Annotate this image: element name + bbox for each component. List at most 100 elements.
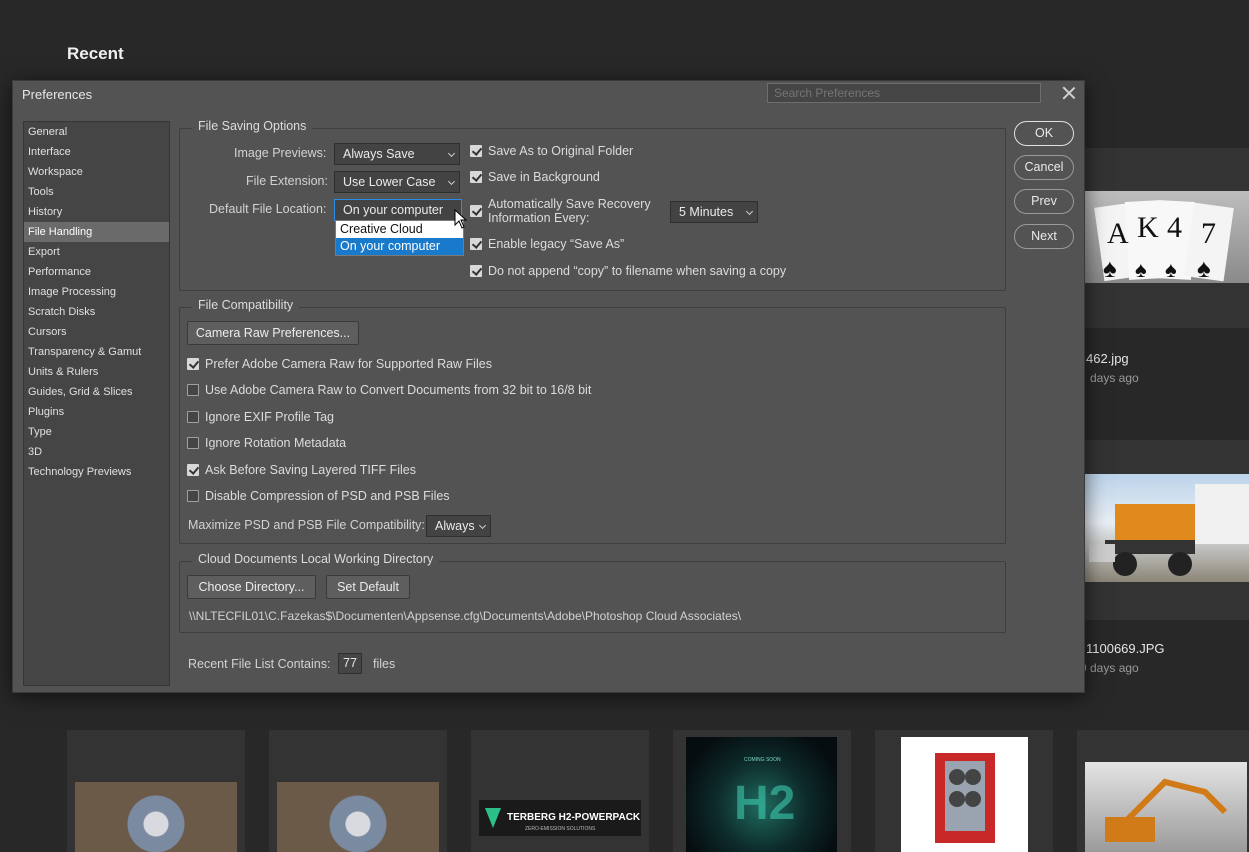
auto-save-interval-select[interactable]: 5 Minutes (670, 201, 758, 223)
recent-file-date: 9 days ago (1080, 661, 1139, 675)
no-copy-append-checkbox[interactable] (470, 265, 482, 277)
image-previews-label: Image Previews: (234, 146, 327, 160)
sidebar-item-performance[interactable]: Performance (24, 262, 169, 282)
sidebar-item-export[interactable]: Export (24, 242, 169, 262)
sidebar-item-scratch-disks[interactable]: Scratch Disks (24, 302, 169, 322)
choose-directory-button[interactable]: Choose Directory... (187, 575, 316, 599)
thumbnail-h2-poster: COMING SOON H2 (686, 737, 837, 852)
dialog-title: Preferences (22, 87, 93, 102)
recent-file-list-label: Recent File List Contains: (188, 657, 331, 671)
file-extension-select[interactable]: Use Lower Case (334, 171, 460, 193)
prev-button[interactable]: Prev (1014, 189, 1074, 214)
ignore-rotation-checkbox[interactable] (187, 437, 199, 449)
auto-save-line-2: Information Every: (488, 211, 590, 225)
sidebar-item-workspace[interactable]: Workspace (24, 162, 169, 182)
card-k-text: K (1137, 211, 1159, 244)
dropdown-option-creative-cloud[interactable]: Creative Cloud (336, 221, 463, 238)
cloud-directory-path: \\NLTECFIL01\C.Fazekas$\Documenten\Appse… (189, 609, 742, 623)
recent-file-count-input[interactable]: 77 (338, 653, 362, 674)
chevron-down-icon (447, 177, 456, 186)
spade-icon: ♠ (1197, 253, 1211, 283)
ignore-rotation-label: Ignore Rotation Metadata (205, 436, 347, 450)
chevron-down-icon (745, 207, 754, 216)
recent-file-unit: files (373, 657, 396, 671)
ask-layered-tiff-label: Ask Before Saving Layered TIFF Files (205, 463, 416, 477)
prefer-camera-raw-checkbox[interactable] (187, 358, 199, 370)
auto-save-interval-value: 5 Minutes (679, 205, 734, 219)
sidebar-item-3d[interactable]: 3D (24, 442, 169, 462)
sidebar-item-transparency-gamut[interactable]: Transparency & Gamut (24, 342, 169, 362)
excavator-image (1089, 484, 1249, 576)
save-as-original-checkbox[interactable] (470, 145, 482, 157)
terberg-logo-text: TERBERG H2-POWERPACK (507, 812, 641, 823)
sidebar-item-guides-grid-slices[interactable]: Guides, Grid & Slices (24, 382, 169, 402)
sidebar-item-general[interactable]: General (24, 122, 169, 142)
maximize-compat-select[interactable]: Always (426, 515, 491, 537)
image-previews-value: Always Save (343, 147, 415, 161)
ignore-exif-label: Ignore EXIF Profile Tag (205, 410, 335, 424)
sidebar-item-plugins[interactable]: Plugins (24, 402, 169, 422)
mouse-cursor-icon (454, 209, 468, 229)
preferences-dialog: Preferences General Interface Workspace … (12, 80, 1085, 693)
auto-save-recovery-checkbox[interactable] (470, 205, 482, 217)
cloud-documents-title: Cloud Documents Local Working Directory (192, 552, 440, 566)
sidebar-item-tools[interactable]: Tools (24, 182, 169, 202)
image-previews-select[interactable]: Always Save (334, 143, 460, 165)
file-compatibility-title: File Compatibility (192, 298, 300, 312)
sidebar-item-cursors[interactable]: Cursors (24, 322, 169, 342)
save-in-background-checkbox[interactable] (470, 171, 482, 183)
file-extension-label: File Extension: (246, 174, 328, 188)
default-file-location-label: Default File Location: (209, 202, 327, 216)
card-a-text: A (1107, 217, 1129, 250)
spade-icon: ♠ (1165, 257, 1177, 282)
file-saving-options-title: File Saving Options (192, 119, 313, 133)
thumbnail-cards: A K 4 7 ♠ ♠ ♠ ♠ (1085, 191, 1249, 283)
thumbnail-machine (75, 782, 237, 852)
set-default-button[interactable]: Set Default (326, 575, 410, 599)
save-as-original-label: Save As to Original Folder (488, 144, 634, 158)
thumbnail-terberg-logo: TERBERG H2-POWERPACK ZERO-EMISSION SOLUT… (479, 800, 641, 836)
ask-layered-tiff-checkbox[interactable] (187, 464, 199, 476)
next-button[interactable]: Next (1014, 224, 1074, 249)
legacy-save-as-checkbox[interactable] (470, 238, 482, 250)
terberg-logo-subtext: ZERO-EMISSION SOLUTIONS (525, 826, 596, 832)
disable-compression-label: Disable Compression of PSD and PSB Files (205, 489, 450, 503)
sidebar-item-type[interactable]: Type (24, 422, 169, 442)
sidebar-item-units-rulers[interactable]: Units & Rulers (24, 362, 169, 382)
dropdown-option-on-your-computer[interactable]: On your computer (336, 238, 463, 255)
maximize-compat-label: Maximize PSD and PSB File Compatibility: (188, 518, 425, 532)
sidebar-item-technology-previews[interactable]: Technology Previews (24, 462, 169, 482)
chevron-down-icon (447, 149, 456, 158)
camera-raw-convert-checkbox[interactable] (187, 384, 199, 396)
cancel-button[interactable]: Cancel (1014, 155, 1074, 180)
ignore-exif-checkbox[interactable] (187, 411, 199, 423)
thumbnail-machine (277, 782, 439, 852)
no-copy-append-label: Do not append “copy” to filename when sa… (488, 264, 787, 278)
thumbnail-excavator-bw (1085, 762, 1247, 852)
sidebar-item-interface[interactable]: Interface (24, 142, 169, 162)
close-icon[interactable] (1060, 84, 1078, 102)
sidebar-item-file-handling[interactable]: File Handling (24, 222, 169, 242)
thumbnail-powerpack (901, 737, 1028, 852)
search-preferences-input[interactable] (767, 83, 1041, 103)
default-file-location-value: On your computer (343, 203, 444, 217)
recent-file-date: days ago (1090, 371, 1139, 385)
sidebar-item-image-processing[interactable]: Image Processing (24, 282, 169, 302)
recent-file-name: 1100669.JPG (1086, 641, 1165, 656)
playing-cards-image: A K 4 7 ♠ ♠ ♠ ♠ (1094, 200, 1234, 283)
save-in-background-label: Save in Background (488, 170, 600, 184)
thumbnail-excavator (1085, 474, 1249, 582)
ok-button[interactable]: OK (1014, 121, 1074, 146)
sidebar-item-history[interactable]: History (24, 202, 169, 222)
prefer-camera-raw-label: Prefer Adobe Camera Raw for Supported Ra… (205, 357, 492, 371)
camera-raw-preferences-button[interactable]: Camera Raw Preferences... (187, 321, 359, 345)
file-extension-value: Use Lower Case (343, 175, 436, 189)
auto-save-line-1: Automatically Save Recovery (488, 197, 651, 211)
terberg-logo-icon (485, 808, 501, 828)
spade-icon: ♠ (1135, 257, 1147, 282)
maximize-compat-value: Always (435, 519, 475, 533)
default-file-location-select[interactable]: On your computer (334, 199, 462, 221)
chevron-down-icon (478, 521, 487, 530)
legacy-save-as-label: Enable legacy “Save As” (488, 237, 625, 251)
disable-compression-checkbox[interactable] (187, 490, 199, 502)
